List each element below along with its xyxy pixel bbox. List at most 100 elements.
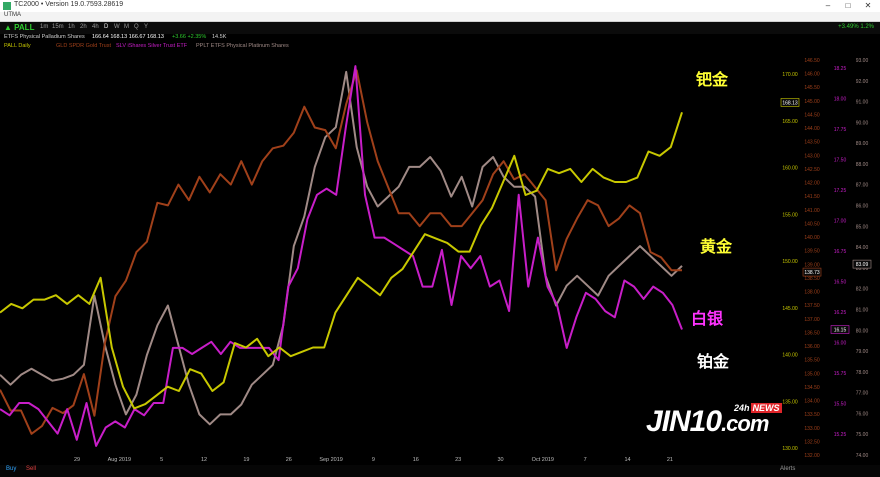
- y-tick-label-slv: 15.50: [834, 402, 847, 408]
- y-tick-label-pplt: 90.00: [856, 120, 869, 126]
- buy-tab[interactable]: Buy: [6, 466, 16, 472]
- y-tick-label-gld: 146.50: [804, 58, 820, 64]
- quote-volume: 14.5K: [212, 34, 227, 40]
- app-icon: [3, 2, 11, 10]
- y-tick-label-gld: 138.00: [804, 290, 820, 296]
- y-tick-label-gld: 144.00: [804, 126, 820, 132]
- timeframe-15m-button[interactable]: 15m: [52, 24, 64, 30]
- x-tick-label: 26: [286, 457, 292, 463]
- y-tick-label-gld: 146.00: [804, 72, 820, 78]
- y-tick-label-gld: 133.00: [804, 426, 820, 432]
- y-tick-label-gld: 143.00: [804, 153, 820, 159]
- alerts-tab[interactable]: Alerts: [780, 466, 795, 472]
- maximize-icon[interactable]: □: [840, 0, 856, 12]
- timeframe-1m-button[interactable]: 1m: [40, 24, 48, 30]
- y-tick-label-pplt: 84.00: [856, 245, 869, 251]
- platinum-annotation: 铂金: [697, 352, 730, 371]
- y-tick-label-pall: 145.00: [782, 306, 798, 312]
- last-price-box-pplt: 83.09: [852, 259, 872, 269]
- y-tick-label-pplt: 75.00: [856, 432, 869, 438]
- timeframe-w-button[interactable]: W: [114, 24, 120, 30]
- y-tick-label-gld: 139.50: [804, 249, 820, 255]
- y-tick-label-gld: 135.50: [804, 358, 820, 364]
- timeframe-q-button[interactable]: Q: [134, 24, 139, 30]
- x-axis: 29 Aug 2019 5 12 19 26 Sep 2019 9 16 23 30 Oct 2019…: [74, 457, 673, 463]
- y-tick-label-pplt: 82.00: [856, 287, 869, 293]
- y-tick-label-pall: 160.00: [782, 166, 798, 172]
- x-tick-label: 16: [413, 457, 419, 463]
- y-tick-label-pplt: 87.00: [856, 183, 869, 189]
- y-tick-label-gld: 142.00: [804, 181, 820, 187]
- y-tick-label-gld: 132.00: [804, 453, 820, 459]
- y-tick-label-gld: 134.50: [804, 385, 820, 391]
- gold-annotation: 黄金: [700, 237, 733, 256]
- jin10-logo: JIN10.com 24h NEWS: [646, 403, 782, 445]
- logo-24h-news: 24h NEWS: [734, 403, 782, 413]
- timeframe-2h-button[interactable]: 2h: [80, 24, 87, 30]
- last-price-label-pplt: 83.09: [856, 262, 869, 268]
- x-tick-label: 14: [624, 457, 630, 463]
- y-tick-label-slv: 17.75: [834, 127, 847, 133]
- y-tick-label-slv: 18.00: [834, 97, 847, 103]
- series-layer: [0, 65, 683, 447]
- quote-change: +3.66 +2.35%: [172, 34, 207, 40]
- legend-entry-pplt[interactable]: PPLT ETFS Physical Platinum Shares: [196, 43, 289, 49]
- y-tick-label-pplt: 86.00: [856, 204, 869, 210]
- y-tick-label-gld: 143.50: [804, 140, 820, 146]
- y-tick-label-gld: 142.50: [804, 167, 820, 173]
- y-tick-label-pplt: 79.00: [856, 349, 869, 355]
- minimize-icon[interactable]: –: [820, 0, 836, 12]
- y-tick-label-pplt: 77.00: [856, 391, 869, 397]
- y-tick-label-slv: 16.00: [834, 341, 847, 347]
- y-tick-label-gld: 137.00: [804, 317, 820, 323]
- menu-bar: UTMA: [0, 12, 880, 22]
- series-line-gld: [0, 69, 682, 435]
- sell-tab[interactable]: Sell: [26, 466, 36, 472]
- last-price-label-pall: 168.13: [782, 100, 798, 106]
- y-tick-label-gld: 137.50: [804, 303, 820, 309]
- quote-line: ETFS Physical Palladium Shares 166.64 16…: [0, 34, 880, 43]
- y-tick-label-pplt: 88.00: [856, 162, 869, 168]
- last-price-label-slv: 16.15: [834, 328, 847, 334]
- symbol-label[interactable]: ▲ PALL: [4, 23, 34, 32]
- y-tick-label-gld: 139.00: [804, 262, 820, 268]
- y-tick-label-pall: 130.00: [782, 446, 798, 452]
- timeframe-y-button[interactable]: Y: [144, 24, 148, 30]
- y-tick-label-slv: 15.75: [834, 371, 847, 377]
- chart-toolbar: ▲ PALL 1m 15m 1h 2h 4h D W M Q Y +3.49% …: [0, 22, 880, 34]
- y-tick-label-gld: 136.50: [804, 330, 820, 336]
- x-tick-label: 12: [201, 457, 207, 463]
- y-tick-label-gld: 141.50: [804, 194, 820, 200]
- legend-entry-pall[interactable]: PALL Daily: [4, 43, 31, 49]
- y-tick-label-slv: 16.50: [834, 280, 847, 286]
- y-tick-label-gld: 134.00: [804, 399, 820, 405]
- menu-item[interactable]: UTMA: [4, 12, 21, 18]
- y-tick-label-gld: 144.50: [804, 112, 820, 118]
- y-tick-label-pall: 140.00: [782, 353, 798, 359]
- y-tick-label-pplt: 81.00: [856, 307, 869, 313]
- y-tick-label-pplt: 74.00: [856, 453, 869, 459]
- y-tick-label-gld: 145.00: [804, 99, 820, 105]
- y-tick-label-pall: 150.00: [782, 259, 798, 265]
- timeframe-4h-button[interactable]: 4h: [92, 24, 99, 30]
- legend-entry-gld[interactable]: GLD SPDR Gold Trust: [56, 43, 111, 49]
- y-tick-label-gld: 141.00: [804, 208, 820, 214]
- y-tick-label-pplt: 89.00: [856, 141, 869, 147]
- timeframe-d-button[interactable]: D: [104, 24, 108, 30]
- legend-entry-slv[interactable]: SLV iShares Silver Trust ETF: [116, 43, 187, 49]
- x-tick-label: Oct 2019: [532, 457, 554, 463]
- y-tick-label-gld: 135.00: [804, 371, 820, 377]
- timeframe-1h-button[interactable]: 1h: [68, 24, 75, 30]
- y-tick-label-slv: 17.25: [834, 188, 847, 194]
- close-icon[interactable]: ✕: [860, 0, 876, 12]
- y-tick-label-gld: 138.50: [804, 276, 820, 282]
- y-tick-label-gld: 140.00: [804, 235, 820, 241]
- symbol-text: PALL: [14, 23, 35, 32]
- y-tick-label-gld: 132.50: [804, 439, 820, 445]
- timeframe-m-button[interactable]: M: [124, 24, 129, 30]
- x-tick-label: 29: [74, 457, 80, 463]
- y-axes: 170.00 165.00 160.00 155.00 150.00 145.00 140.…: [780, 58, 872, 459]
- last-price-box-slv: 16.15: [830, 325, 850, 334]
- last-price-label-gld: 138.73: [804, 270, 820, 276]
- silver-annotation: 白银: [691, 309, 724, 328]
